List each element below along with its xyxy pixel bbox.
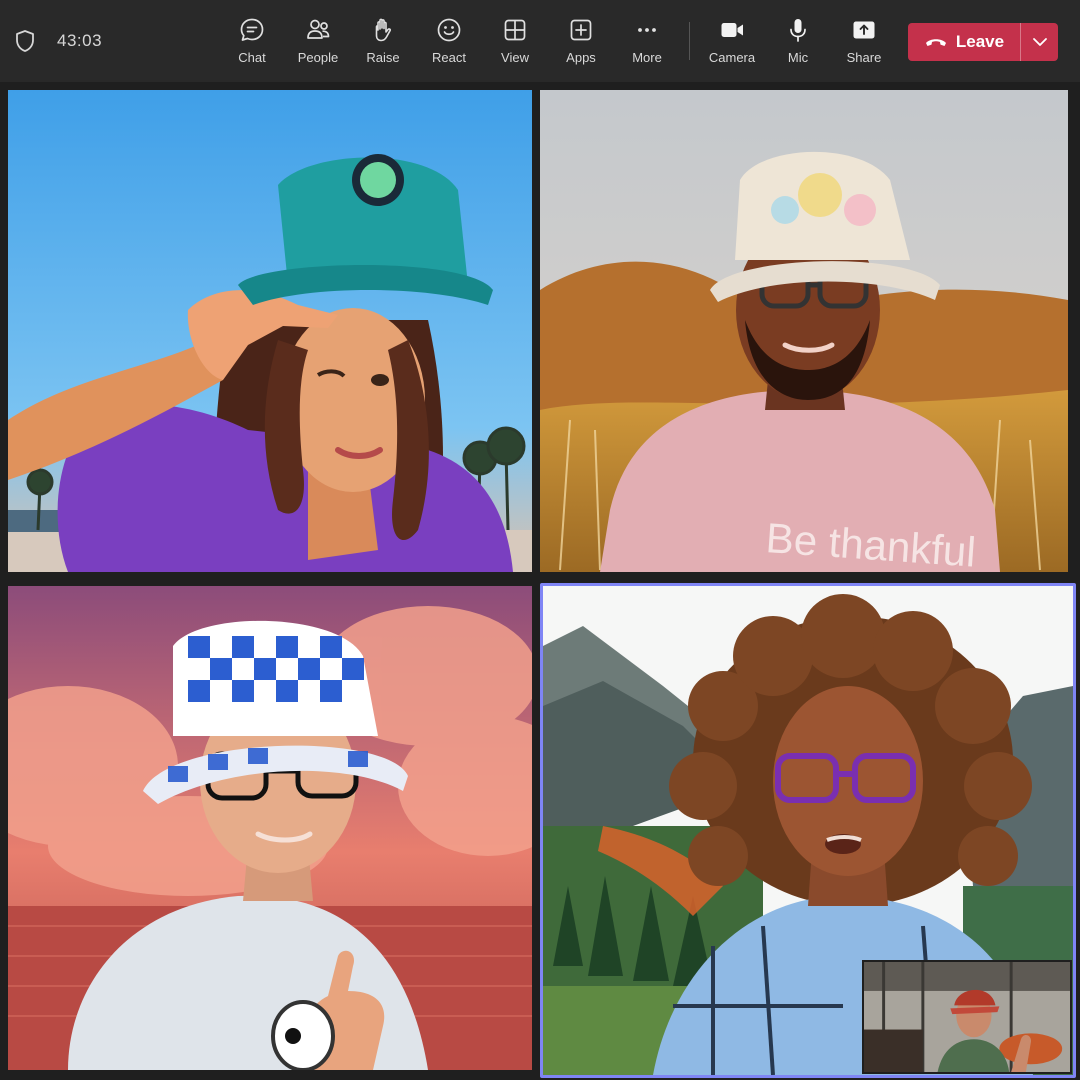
react-label: React [432,50,466,65]
people-icon [307,19,330,39]
avatar-video-feed [8,90,532,572]
participant-video-tile-4-active[interactable] [540,583,1076,1078]
leave-options-button[interactable] [1021,23,1058,61]
leave-label: Leave [955,32,1005,51]
people-button[interactable]: People [287,16,349,72]
grid-icon [504,19,526,41]
raise-label: Raise [366,50,400,65]
participant-video-tile-1[interactable] [8,90,532,572]
self-view-video[interactable] [862,960,1072,1074]
raise-hand-icon [375,18,391,42]
more-button[interactable]: More [616,16,678,72]
view-button[interactable]: View [484,16,546,72]
leave-button-group: Leave [908,23,1058,61]
view-label: View [501,50,529,65]
call-timer: 43:03 [57,31,103,50]
hang-up-icon [925,39,946,46]
ellipsis-icon [638,28,656,32]
mic-label: Mic [787,50,809,65]
apps-label: Apps [566,50,596,65]
toolbar-divider [689,22,690,60]
people-label: People [297,50,339,65]
participant-video-tile-2[interactable]: Be thankful [540,90,1068,572]
plus-square-icon [570,19,592,41]
mic-button[interactable]: Mic [767,16,829,72]
chat-button[interactable]: Chat [221,16,283,72]
meeting-toolbar: 43:03 Chat People Raise React View Apps … [0,0,1080,82]
leave-button[interactable]: Leave [908,23,1020,61]
camera-button[interactable]: Camera [701,16,763,72]
self-avatar-feed [864,962,1070,1072]
smiley-icon [437,18,461,42]
chat-icon [240,18,264,41]
participant-video-tile-3[interactable] [8,586,532,1070]
share-label: Share [846,50,882,65]
share-icon [853,21,875,39]
chat-label: Chat [238,50,266,65]
apps-button[interactable]: Apps [550,16,612,72]
mic-icon [790,19,806,42]
avatar-video-feed: Be thankful [540,90,1068,572]
more-label: More [632,50,662,65]
react-button[interactable]: React [418,16,480,72]
chevron-down-icon [1032,38,1047,46]
share-button[interactable]: Share [833,16,895,72]
raise-hand-button[interactable]: Raise [352,16,414,72]
camera-icon [721,23,743,37]
camera-label: Camera [708,50,756,65]
shield-icon[interactable] [14,29,36,53]
avatar-video-feed [8,586,532,1070]
